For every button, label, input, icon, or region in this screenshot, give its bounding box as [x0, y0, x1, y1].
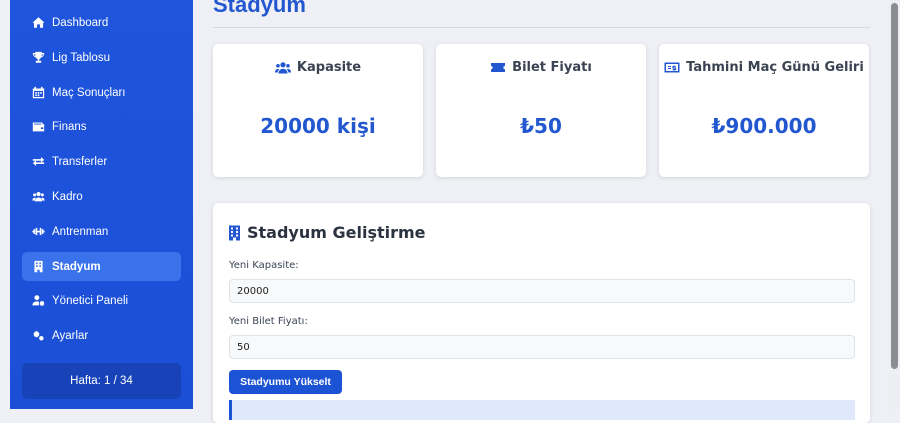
page-title: Stadyum — [213, 0, 306, 17]
sidebar-item-kadro[interactable]: Kadro — [22, 182, 181, 211]
sidebar-item-label: Ayarlar — [52, 329, 89, 342]
sidebar-item-label: Kadro — [52, 190, 83, 203]
capacity-card: Kapasite 20000 kişi — [213, 44, 423, 177]
scrollbar-thumb[interactable] — [891, 3, 898, 369]
sidebar-item-mac-sonuclari[interactable]: Maç Sonuçları — [22, 78, 181, 107]
sidebar-item-label: Lig Tablosu — [52, 51, 110, 64]
panel-title: Stadyum Geliştirme — [247, 223, 426, 242]
building-icon — [229, 225, 240, 240]
users-icon — [31, 189, 46, 204]
sidebar-item-yonetici-paneli[interactable]: Yönetici Paneli — [22, 286, 181, 315]
sidebar-item-ayarlar[interactable]: Ayarlar — [22, 321, 181, 350]
price-field-label: Yeni Bilet Fiyatı: — [229, 316, 308, 327]
sidebar-item-label: Yönetici Paneli — [52, 294, 129, 307]
card-title: Kapasite — [296, 60, 362, 75]
ticket-price-input[interactable] — [229, 335, 855, 359]
card-header: Tahmini Maç Günü Geliri — [659, 60, 869, 75]
card-header: Kapasite — [213, 60, 423, 75]
panel-header: Stadyum Geliştirme — [228, 223, 426, 242]
revenue-value: ₺900.000 — [711, 114, 817, 138]
sidebar-item-label: Antrenman — [52, 225, 109, 238]
sidebar-item-label: Transferler — [52, 155, 108, 168]
dumbbell-icon — [31, 224, 46, 239]
sidebar-item-label: Stadyum — [52, 260, 101, 273]
revenue-card: Tahmini Maç Günü Geliri ₺900.000 — [659, 44, 869, 177]
sidebar-item-transferler[interactable]: Transferler — [22, 147, 181, 176]
sidebar-item-label: Maç Sonuçları — [52, 86, 126, 99]
user-cog-icon — [31, 293, 46, 308]
sidebar-item-label: Finans — [52, 120, 87, 133]
ticket-price-value: ₺50 — [520, 114, 562, 138]
ticket-price-card: Bilet Fiyatı ₺50 — [436, 44, 646, 177]
stadium-upgrade-panel: Stadyum Geliştirme Yeni Kapasite: Yeni B… — [213, 203, 870, 423]
vertical-scrollbar[interactable] — [889, 0, 900, 409]
sidebar: Dashboard Lig Tablosu Maç Sonuçları Fina… — [10, 0, 193, 409]
sidebar-item-lig-tablosu[interactable]: Lig Tablosu — [22, 43, 181, 72]
week-indicator: Hafta: 1 / 34 — [22, 363, 181, 399]
wallet-icon — [31, 119, 46, 134]
gears-icon — [31, 328, 46, 343]
sidebar-item-stadyum[interactable]: Stadyum — [22, 252, 181, 281]
card-header: Bilet Fiyatı — [436, 60, 646, 75]
ticket-icon — [491, 63, 506, 72]
sidebar-item-antrenman[interactable]: Antrenman — [22, 217, 181, 246]
building-icon — [31, 259, 46, 274]
users-icon — [274, 62, 291, 74]
capacity-value: 20000 kişi — [260, 114, 376, 138]
capacity-input[interactable] — [229, 279, 855, 303]
title-divider — [213, 27, 870, 28]
exchange-icon — [31, 154, 46, 169]
calendar-icon — [31, 85, 46, 100]
home-icon — [31, 15, 46, 30]
info-alert — [229, 400, 855, 420]
capacity-field-label: Yeni Kapasite: — [229, 260, 299, 271]
card-title: Tahmini Maç Günü Geliri — [686, 60, 864, 75]
sidebar-item-finans[interactable]: Finans — [22, 112, 181, 141]
sidebar-item-label: Dashboard — [52, 16, 109, 29]
sidebar-item-dashboard[interactable]: Dashboard — [22, 8, 181, 37]
money-bill-icon — [664, 62, 680, 73]
upgrade-stadium-button[interactable]: Stadyumu Yükselt — [229, 370, 342, 394]
card-title: Bilet Fiyatı — [512, 60, 592, 75]
trophy-icon — [31, 50, 46, 65]
